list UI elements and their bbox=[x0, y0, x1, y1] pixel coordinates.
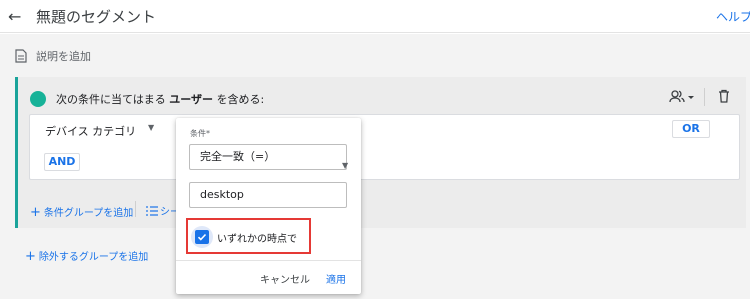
add-description-link[interactable]: 説明を追加 bbox=[36, 48, 91, 64]
trash-icon[interactable] bbox=[718, 89, 730, 103]
add-condition-group-label: 条件グループを追加 bbox=[43, 208, 134, 219]
description-icon bbox=[15, 49, 27, 63]
add-exclude-group-button[interactable]: + 除外するグループを追加 bbox=[25, 248, 148, 264]
condition-label: 条件* bbox=[190, 129, 210, 138]
match-type-select[interactable]: 完全一致（=） ▼ bbox=[189, 144, 348, 170]
divider bbox=[135, 201, 136, 217]
group-indicator bbox=[30, 91, 46, 107]
cancel-button[interactable]: キャンセル bbox=[260, 271, 310, 286]
help-link[interactable]: ヘルプセ bbox=[716, 8, 750, 25]
header: ← 無題のセグメント ヘルプセ bbox=[0, 0, 750, 33]
add-condition-group-button[interactable]: + 条件グループを追加 bbox=[30, 204, 133, 220]
condition-group-card: 次の条件に当てはまる ユーザー を含める: デバイス カテゴリ ▼ OR AND… bbox=[15, 77, 746, 228]
or-button[interactable]: OR bbox=[672, 120, 710, 138]
at-any-point-checkbox[interactable] bbox=[195, 230, 209, 244]
match-type-value: 完全一致（=） bbox=[200, 150, 276, 163]
divider bbox=[176, 260, 361, 261]
dimension-selector[interactable]: デバイス カテゴリ bbox=[45, 123, 136, 139]
scope-selector[interactable]: ユーザー bbox=[169, 93, 213, 106]
at-any-point-label[interactable]: いずれかの時点で bbox=[217, 230, 297, 245]
chevron-down-icon: ▼ bbox=[342, 161, 349, 170]
sequence-icon bbox=[146, 206, 158, 216]
page-title[interactable]: 無題のセグメント bbox=[36, 6, 156, 27]
condition-box: デバイス カテゴリ ▼ OR AND bbox=[29, 114, 740, 180]
people-icon[interactable] bbox=[669, 89, 695, 107]
add-sequence-button[interactable]: シー bbox=[146, 203, 180, 218]
add-exclude-group-label: 除外するグループを追加 bbox=[38, 252, 149, 263]
plus-icon: + bbox=[30, 205, 41, 220]
divider bbox=[704, 88, 705, 106]
segment-editor: 説明を追加 次の条件に当てはまる ユーザー を含める: デバイス カテゴリ ▼ … bbox=[0, 34, 750, 299]
arrow-back-icon[interactable]: ← bbox=[8, 7, 21, 26]
group-heading-prefix: 次の条件に当てはまる bbox=[56, 93, 166, 106]
chevron-down-icon[interactable]: ▼ bbox=[148, 123, 154, 132]
check-icon bbox=[197, 233, 207, 241]
value-input[interactable]: desktop bbox=[189, 182, 347, 208]
and-button[interactable]: AND bbox=[44, 153, 80, 171]
condition-popup: 条件* 完全一致（=） ▼ desktop いずれかの時点で キャンセル 適用 bbox=[176, 118, 361, 294]
group-heading: 次の条件に当てはまる ユーザー を含める: bbox=[56, 91, 264, 107]
group-heading-suffix: を含める: bbox=[216, 93, 265, 106]
apply-button[interactable]: 適用 bbox=[326, 271, 346, 286]
plus-icon: + bbox=[25, 249, 36, 264]
